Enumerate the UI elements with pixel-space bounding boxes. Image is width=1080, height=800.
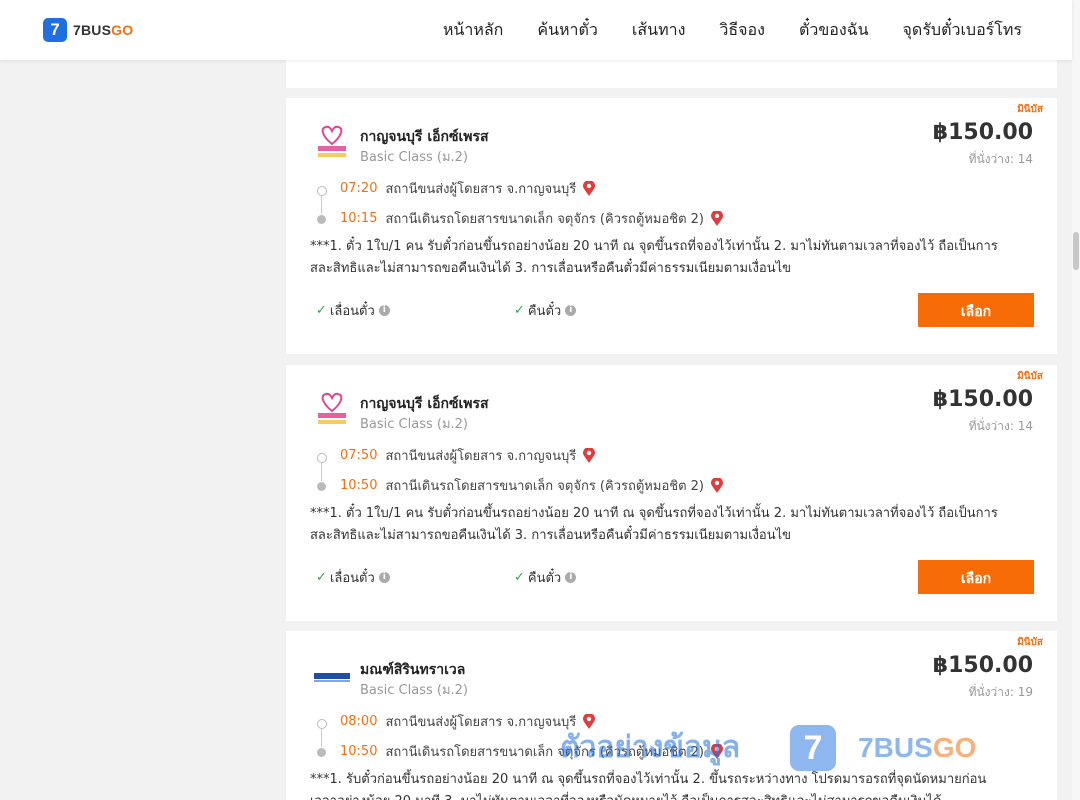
operator-name: กาญจนบุรี เอ็กซ์เพรส [360,396,489,412]
trip-card: มินิบัส กาญจนบุรี เอ็กซ์เพรส Basic Class… [286,98,1057,354]
logo-text: 7BUSGO [73,22,134,38]
nav-search-ticket[interactable]: ค้นหาตั๋ว [537,18,598,43]
top-header: 7 7BUSGO หน้าหลัก ค้นหาตั๋ว เส้นทาง วิธี… [0,0,1072,60]
site-logo[interactable]: 7 7BUSGO [43,18,133,42]
departure-stop: 07:20 สถานีขนส่งผู้โดยสาร จ.กาญจนบุรี [340,178,596,199]
select-trip-button[interactable]: เลือก [918,560,1034,594]
reschedule-option: ✓ เลื่อนตั๋ว i [316,567,390,588]
arrival-stop: 10:15 สถานีเดินรถโดยสารขนาดเล็ก จตุจักร … [340,208,724,229]
arrival-time: 10:50 [340,478,378,493]
arrival-place: สถานีเดินรถโดยสารขนาดเล็ก จตุจักร (คิวรถ… [385,745,704,760]
departure-stop: 08:00 สถานีขนส่งผู้โดยสาร จ.กาญจนบุรี [340,711,596,732]
arrival-place: สถานีเดินรถโดยสารขนาดเล็ก จตุจักร (คิวรถ… [385,479,704,494]
vehicle-type-badge: มินิบัส [1017,371,1043,382]
departure-stop: 07:50 สถานีขนส่งผู้โดยสาร จ.กาญจนบุรี [340,445,596,466]
check-icon: ✓ [514,303,525,318]
main-nav: หน้าหลัก ค้นหาตั๋ว เส้นทาง วิธีจอง ตั๋วข… [409,0,1022,60]
nav-home[interactable]: หน้าหลัก [443,18,504,43]
arrival-stop: 10:50 สถานีเดินรถโดยสารขนาดเล็ก จตุจักร … [340,741,724,762]
ticket-price: ฿150.00 [932,653,1033,678]
trip-conditions-note: ***1. รับตั๋วก่อนขึ้นรถอย่างน้อย 20 นาที… [310,772,987,800]
arrival-time: 10:15 [340,211,378,226]
scroll-thumb[interactable] [1073,232,1079,270]
departure-time: 08:00 [340,714,378,729]
vehicle-type-badge: มินิบัส [1017,104,1043,115]
map-pin-icon[interactable] [582,713,596,730]
route-timeline [317,178,327,224]
info-icon[interactable]: i [565,305,577,316]
map-pin-icon[interactable] [582,180,596,197]
map-pin-icon[interactable] [710,210,724,227]
map-pin-icon[interactable] [710,477,724,494]
arrival-place: สถานีเดินรถโดยสารขนาดเล็ก จตุจักร (คิวรถ… [385,212,704,227]
reschedule-option: ✓ เลื่อนตั๋ว i [316,300,390,321]
seats-available: ที่นั่งว่าง: 14 [968,419,1033,433]
trip-conditions-note: ***1. ตั๋ว 1ใบ/1 คน รับตั๋วก่อนขึ้นรถอย่… [310,239,998,276]
seats-available: ที่นั่งว่าง: 19 [968,685,1033,699]
operator-logo-icon [314,673,350,682]
departure-time: 07:50 [340,448,378,463]
operator-name: มณฑ์สิรินทราเวล [360,662,466,678]
nav-ticket-pickup[interactable]: จุดรับตั๋วเบอร์โทร [903,18,1022,43]
select-trip-button[interactable]: เลือก [918,293,1034,327]
page-scrollbar[interactable] [1072,0,1080,800]
map-pin-icon[interactable] [582,447,596,464]
operator-logo-icon [318,125,346,157]
info-icon[interactable]: i [378,572,390,583]
refund-label: คืนตั๋ว [527,304,562,319]
service-class: Basic Class (ม.2) [360,417,468,432]
seats-available: ที่นั่งว่าง: 14 [968,152,1033,166]
service-class: Basic Class (ม.2) [360,683,468,698]
reschedule-label: เลื่อนตั๋ว [329,571,375,586]
logo-icon: 7 [43,18,67,42]
route-timeline [317,711,327,757]
departure-place: สถานีขนส่งผู้โดยสาร จ.กาญจนบุรี [385,182,577,197]
arrival-time: 10:50 [340,744,378,759]
refund-label: คืนตั๋ว [527,571,562,586]
operator-logo-icon [318,392,346,424]
departure-place: สถานีขนส่งผู้โดยสาร จ.กาญจนบุรี [385,449,577,464]
ticket-price: ฿150.00 [932,387,1033,412]
check-icon: ✓ [514,570,525,585]
nav-how-to-book[interactable]: วิธีจอง [719,18,765,43]
route-timeline [317,445,327,491]
refund-option: ✓ คืนตั๋ว i [514,300,577,321]
previous-trip-card [286,58,1057,88]
arrival-stop: 10:50 สถานีเดินรถโดยสารขนาดเล็ก จตุจักร … [340,475,724,496]
info-icon[interactable]: i [378,305,390,316]
vehicle-type-badge: มินิบัส [1017,637,1043,648]
nav-routes[interactable]: เส้นทาง [632,18,686,43]
check-icon: ✓ [316,570,327,585]
departure-place: สถานีขนส่งผู้โดยสาร จ.กาญจนบุรี [385,715,577,730]
nav-my-tickets[interactable]: ตั๋วของฉัน [799,18,869,43]
refund-option: ✓ คืนตั๋ว i [514,567,577,588]
map-pin-icon[interactable] [710,743,724,760]
check-icon: ✓ [316,303,327,318]
reschedule-label: เลื่อนตั๋ว [329,304,375,319]
info-icon[interactable]: i [565,572,577,583]
ticket-price: ฿150.00 [932,120,1033,145]
departure-time: 07:20 [340,181,378,196]
service-class: Basic Class (ม.2) [360,150,468,165]
operator-name: กาญจนบุรี เอ็กซ์เพรส [360,129,489,145]
trip-card: มินิบัส มณฑ์สิรินทราเวล Basic Class (ม.2… [286,631,1057,800]
trip-card: มินิบัส กาญจนบุรี เอ็กซ์เพรส Basic Class… [286,365,1057,621]
trip-conditions-note: ***1. ตั๋ว 1ใบ/1 คน รับตั๋วก่อนขึ้นรถอย่… [310,506,998,543]
